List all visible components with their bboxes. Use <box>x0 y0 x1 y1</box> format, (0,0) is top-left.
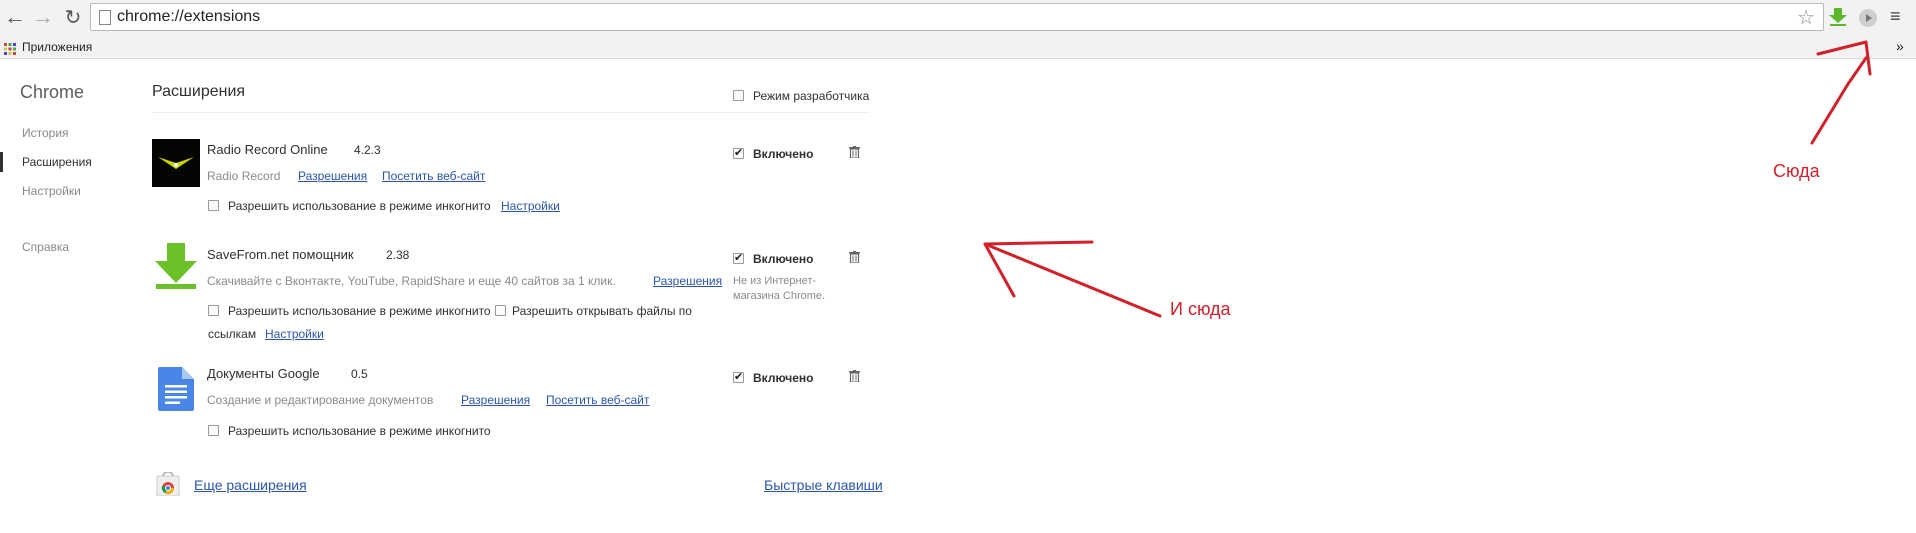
annotation-here: Сюда <box>1773 161 1820 181</box>
arrow-to-extensions <box>983 242 1162 318</box>
arrow-to-toolbar <box>1810 56 1868 145</box>
arrowhead-toolbar <box>1816 40 1872 76</box>
annotation-and-here: И сюда <box>1170 299 1231 319</box>
annotation-arrows <box>983 40 1872 318</box>
